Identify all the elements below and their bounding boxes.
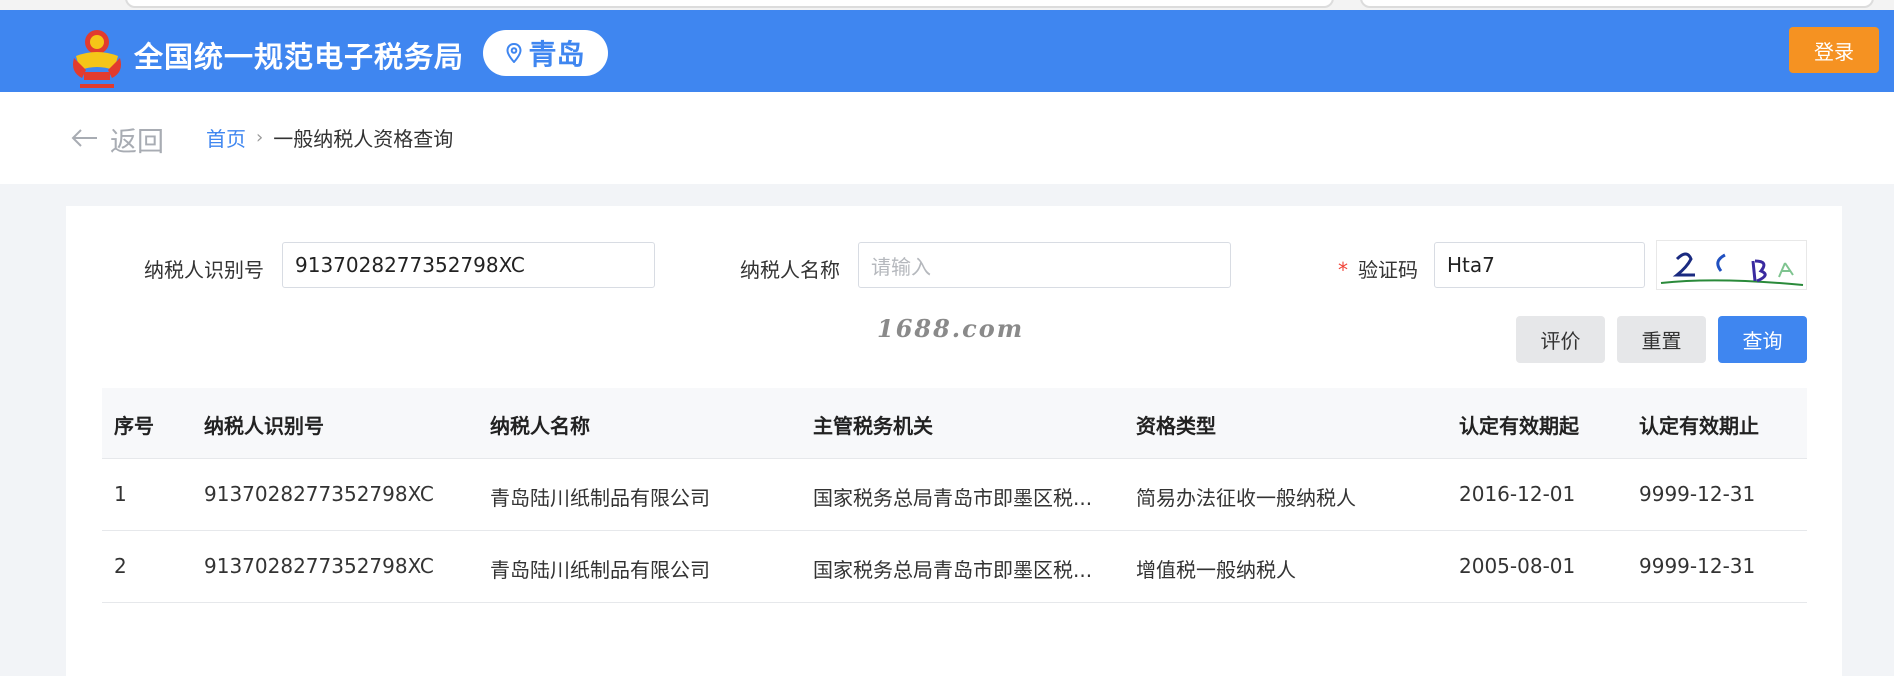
captcha-input[interactable]: Hta7 [1434, 242, 1645, 288]
evaluate-button[interactable]: 评价 [1516, 316, 1605, 363]
back-button[interactable]: 返回 [70, 120, 164, 159]
table-cell: 9137028277352798XC [204, 554, 434, 578]
browser-search-bar[interactable] [1360, 0, 1874, 8]
table-row[interactable]: 2 9137028277352798XC 青岛陆川纸制品有限公司 国家税务总局青… [102, 531, 1807, 603]
table-cell: 青岛陆川纸制品有限公司 [490, 558, 710, 582]
watermark: 1688.com [877, 314, 1025, 343]
city-name: 青岛 [528, 38, 585, 71]
captcha-label-group: * 验证码 [1338, 254, 1418, 283]
breadcrumb-separator: › [256, 127, 264, 148]
site-header: 全国统一规范电子税务局 青岛 登录 [0, 10, 1894, 92]
table-cell: 2 [114, 554, 127, 578]
column-header: 序号 [114, 414, 154, 438]
table-cell: 2016-12-01 [1459, 482, 1576, 506]
city-selector[interactable]: 青岛 [483, 30, 608, 76]
table-cell: 国家税务总局青岛市即墨区税... [813, 486, 1093, 510]
column-header: 认定有效期止 [1639, 414, 1759, 438]
location-pin-icon [506, 37, 522, 70]
column-header: 资格类型 [1136, 414, 1216, 438]
table-row[interactable]: 1 9137028277352798XC 青岛陆川纸制品有限公司 国家税务总局青… [102, 459, 1807, 531]
table-cell: 9137028277352798XC [204, 482, 434, 506]
table-header: 序号 纳税人识别号 纳税人名称 主管税务机关 资格类型 认定有效期起 认定有效期… [102, 388, 1807, 459]
column-header: 纳税人名称 [490, 414, 590, 438]
reset-button[interactable]: 重置 [1617, 316, 1706, 363]
table-cell: 1 [114, 482, 127, 506]
table-cell: 增值税一般纳税人 [1136, 558, 1296, 582]
column-header: 主管税务机关 [813, 414, 933, 438]
breadcrumb-current: 一般纳税人资格查询 [273, 127, 454, 151]
browser-top-strip [0, 0, 1894, 10]
column-header: 认定有效期起 [1459, 414, 1579, 438]
arrow-left-icon [70, 124, 98, 155]
query-button[interactable]: 查询 [1718, 316, 1807, 363]
taxpayer-id-label: 纳税人识别号 [144, 258, 264, 282]
taxpayer-name-label: 纳税人名称 [740, 258, 840, 282]
captcha-image[interactable] [1656, 240, 1807, 290]
table-cell: 国家税务总局青岛市即墨区税... [813, 558, 1093, 582]
required-mark: * [1338, 258, 1348, 282]
table-cell: 9999-12-31 [1639, 482, 1756, 506]
table-cell: 9999-12-31 [1639, 554, 1756, 578]
back-label: 返回 [110, 127, 164, 158]
column-header: 纳税人识别号 [204, 414, 324, 438]
login-button[interactable]: 登录 [1789, 27, 1879, 73]
site-title: 全国统一规范电子税务局 [134, 40, 465, 74]
taxpayer-name-input[interactable]: 请输入 [858, 242, 1231, 288]
breadcrumb-bar: 返回 首页 › 一般纳税人资格查询 [0, 92, 1894, 184]
table-cell: 青岛陆川纸制品有限公司 [490, 486, 710, 510]
captcha-label: 验证码 [1358, 258, 1418, 282]
address-bar[interactable] [125, 0, 1334, 8]
tax-emblem-icon [70, 26, 124, 92]
taxpayer-id-input[interactable]: 9137028277352798XC [282, 242, 655, 288]
breadcrumb-home-link[interactable]: 首页 [206, 123, 246, 152]
breadcrumb: 首页 › 一般纳税人资格查询 [206, 123, 453, 152]
table-cell: 2005-08-01 [1459, 554, 1576, 578]
table-cell: 简易办法征收一般纳税人 [1136, 486, 1356, 510]
